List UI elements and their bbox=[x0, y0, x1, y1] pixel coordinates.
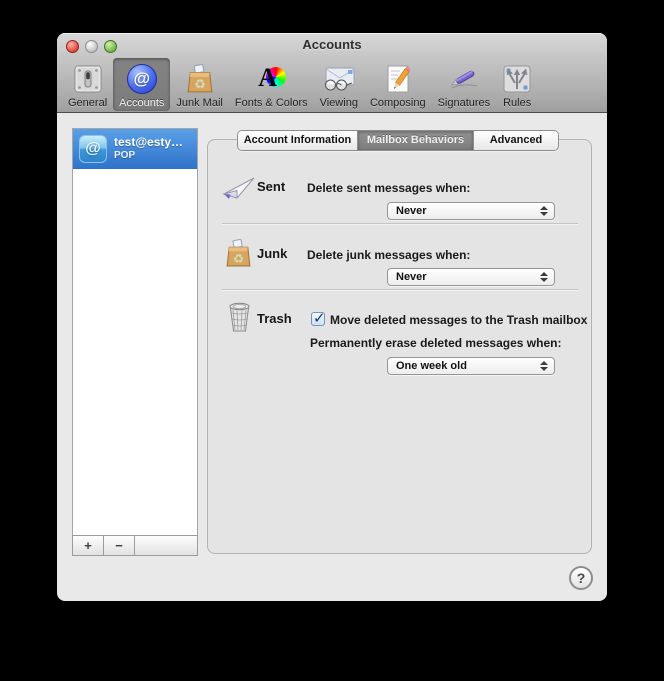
popup-stepper-icon bbox=[539, 205, 548, 217]
account-tabs: Account Information Mailbox Behaviors Ad… bbox=[237, 130, 559, 151]
junk-delete-when-popup[interactable]: Never bbox=[387, 268, 555, 286]
account-list-controls: + − bbox=[72, 535, 198, 556]
remove-account-button[interactable]: − bbox=[104, 536, 135, 555]
accounts-list: @ test@esty… POP bbox=[72, 128, 198, 535]
window-header: Accounts General @ Accounts ♻ Junk Mail … bbox=[57, 33, 607, 113]
composing-icon bbox=[384, 63, 412, 95]
sent-prompt: Delete sent messages when: bbox=[307, 181, 471, 195]
trash-label: Trash bbox=[257, 311, 292, 326]
separator bbox=[222, 289, 578, 291]
tab-mailbox-behaviors[interactable]: Mailbox Behaviors bbox=[358, 131, 474, 150]
sent-delete-when-popup[interactable]: Never bbox=[387, 202, 555, 220]
sent-label: Sent bbox=[257, 179, 286, 194]
sent-paper-airplane-icon bbox=[221, 174, 257, 207]
toolbar-item-label: Accounts bbox=[119, 97, 165, 109]
popup-value: One week old bbox=[396, 360, 467, 372]
junk-mail-icon: ♻ bbox=[185, 63, 215, 95]
account-name: test@esty… bbox=[114, 136, 184, 150]
junk-prompt: Delete junk messages when: bbox=[307, 248, 471, 262]
svg-text:♻: ♻ bbox=[194, 77, 206, 92]
toolbar-item-fonts-colors[interactable]: A Fonts & Colors bbox=[229, 58, 314, 111]
toolbar-item-general[interactable]: General bbox=[62, 58, 113, 111]
toolbar-item-composing[interactable]: Composing bbox=[364, 58, 432, 111]
fonts-colors-icon: A bbox=[256, 63, 287, 95]
general-icon bbox=[73, 63, 103, 95]
accounts-icon: @ bbox=[126, 63, 157, 95]
tab-account-information[interactable]: Account Information bbox=[238, 131, 358, 150]
toolbar-item-accounts[interactable]: @ Accounts bbox=[113, 58, 171, 111]
trash-erase-when-popup[interactable]: One week old bbox=[387, 357, 555, 375]
toolbar-item-junk-mail[interactable]: ♻ Junk Mail bbox=[170, 58, 228, 111]
pop-account-icon: @ bbox=[79, 135, 107, 163]
tab-advanced[interactable]: Advanced bbox=[474, 131, 558, 150]
help-button[interactable]: ? bbox=[569, 566, 593, 590]
toolbar-item-label: Signatures bbox=[437, 97, 491, 109]
viewing-icon bbox=[322, 63, 356, 95]
preferences-toolbar: General @ Accounts ♻ Junk Mail A Fonts &… bbox=[62, 56, 602, 111]
control-bar-filler bbox=[135, 536, 197, 555]
add-account-button[interactable]: + bbox=[73, 536, 104, 555]
toolbar-item-label: Viewing bbox=[319, 97, 358, 109]
trash-basket-icon bbox=[227, 302, 252, 338]
move-to-trash-label: Move deleted messages to the Trash mailb… bbox=[330, 313, 588, 327]
separator bbox=[222, 223, 578, 225]
svg-text:♻: ♻ bbox=[233, 252, 244, 266]
account-list-item[interactable]: @ test@esty… POP bbox=[73, 129, 197, 169]
toolbar-item-label: Composing bbox=[369, 97, 426, 109]
signatures-icon bbox=[447, 63, 481, 95]
toolbar-item-label: Fonts & Colors bbox=[234, 97, 308, 109]
popup-value: Never bbox=[396, 205, 427, 217]
account-type: POP bbox=[114, 150, 136, 162]
move-to-trash-checkbox[interactable]: ✓ bbox=[311, 310, 326, 327]
junk-label: Junk bbox=[257, 246, 288, 261]
rules-icon bbox=[502, 63, 532, 95]
toolbar-item-label: Rules bbox=[503, 97, 532, 109]
junk-bag-icon: ♻ bbox=[224, 239, 253, 273]
popup-stepper-icon bbox=[539, 360, 548, 372]
popup-value: Never bbox=[396, 271, 427, 283]
accounts-preferences-window: Accounts General @ Accounts ♻ Junk Mail … bbox=[57, 33, 607, 601]
popup-stepper-icon bbox=[539, 271, 548, 283]
toolbar-item-label: Junk Mail bbox=[176, 97, 223, 109]
trash-prompt: Permanently erase deleted messages when: bbox=[310, 336, 562, 350]
toolbar-item-rules[interactable]: Rules bbox=[496, 58, 538, 111]
window-title: Accounts bbox=[302, 37, 362, 52]
checkmark-icon: ✓ bbox=[313, 310, 326, 327]
toolbar-item-viewing[interactable]: Viewing bbox=[314, 58, 364, 111]
toolbar-item-label: General bbox=[68, 97, 108, 109]
toolbar-item-signatures[interactable]: Signatures bbox=[432, 58, 497, 111]
